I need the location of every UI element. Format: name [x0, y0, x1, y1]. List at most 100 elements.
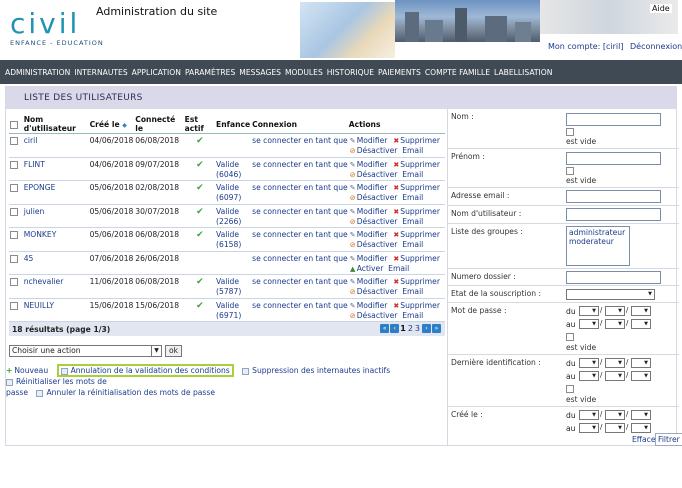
select-all-checkbox-cell[interactable]	[9, 115, 23, 134]
row-checkbox[interactable]	[10, 278, 18, 286]
date-au-part-select[interactable]: ▼	[605, 423, 625, 433]
username-link[interactable]: 45	[24, 254, 34, 263]
email-input[interactable]	[566, 190, 661, 203]
col-enfance[interactable]: Enfance	[215, 115, 252, 134]
nav-administration[interactable]: Administration	[5, 68, 70, 77]
edit-link[interactable]: Modifier	[357, 136, 388, 145]
prev-page-icon[interactable]: ‹	[390, 324, 400, 333]
toggle-active-link[interactable]: Désactiver	[357, 287, 398, 296]
row-checkbox-cell[interactable]	[9, 180, 23, 205]
nav-parametres[interactable]: Paramètres	[185, 68, 235, 77]
page-1[interactable]: 1	[400, 324, 406, 333]
login-as-link[interactable]: se connecter en tant que	[252, 160, 348, 169]
login-as-link[interactable]: se connecter en tant que	[252, 207, 348, 216]
nom-input[interactable]	[566, 113, 661, 126]
delete-link[interactable]: Supprimer	[400, 160, 440, 169]
email-link[interactable]: Email	[402, 146, 423, 155]
row-checkbox[interactable]	[10, 184, 18, 192]
date-du-part-select[interactable]: ▼	[631, 358, 651, 368]
date-du-part-select[interactable]: ▼	[631, 410, 651, 420]
new-user-link[interactable]: + Nouveau	[6, 366, 48, 375]
groups-listbox[interactable]: administrateur moderateur	[566, 226, 630, 266]
email-link[interactable]: Email	[402, 170, 423, 179]
date-au-part-select[interactable]: ▼	[631, 319, 651, 329]
username-link[interactable]: NEUILLY	[24, 301, 54, 310]
username-input[interactable]	[566, 208, 661, 221]
row-checkbox-cell[interactable]	[9, 204, 23, 228]
souscription-select[interactable]: ▼	[566, 289, 655, 300]
filter-button[interactable]: Filtrer	[655, 433, 682, 446]
help-link[interactable]: Aide	[650, 4, 672, 13]
date-du-part-select[interactable]: ▼	[579, 358, 599, 368]
date-du-part-select[interactable]: ▼	[579, 410, 599, 420]
nav-compte-famille[interactable]: Compte Famille	[425, 68, 490, 77]
row-checkbox-cell[interactable]	[9, 227, 23, 252]
date-au-part-select[interactable]: ▼	[631, 423, 651, 433]
date-du-part-select[interactable]: ▼	[605, 306, 625, 316]
row-checkbox[interactable]	[10, 254, 18, 263]
reset-passwords-link[interactable]: Réinitialiser les mots de	[6, 377, 107, 386]
delete-link[interactable]: Supprimer	[400, 277, 440, 286]
email-link[interactable]: Email	[388, 264, 409, 273]
nav-modules[interactable]: Modules	[285, 68, 323, 77]
row-checkbox[interactable]	[10, 160, 18, 169]
toggle-active-link[interactable]: Désactiver	[357, 217, 398, 226]
col-connected[interactable]: Connecté le	[134, 115, 184, 134]
nom-empty-checkbox[interactable]	[566, 128, 574, 136]
toggle-active-link[interactable]: Activer	[357, 264, 384, 273]
email-link[interactable]: Email	[402, 287, 423, 296]
bulk-action-select[interactable]: Choisir une action ▼	[9, 345, 162, 357]
first-page-icon[interactable]: «	[380, 324, 390, 333]
delete-link[interactable]: Supprimer	[400, 136, 440, 145]
ok-button[interactable]: ok	[165, 345, 183, 357]
email-link[interactable]: Email	[402, 240, 423, 249]
username-link[interactable]: MONKEY	[24, 230, 57, 239]
row-checkbox-cell[interactable]	[9, 251, 23, 275]
username-link[interactable]: FLINT	[24, 160, 45, 169]
enfance-id-link[interactable]: (6097)	[216, 193, 251, 203]
row-checkbox-cell[interactable]	[9, 157, 23, 181]
nav-internautes[interactable]: Internautes	[74, 68, 127, 77]
delete-link[interactable]: Supprimer	[400, 254, 440, 263]
enfance-id-link[interactable]: (2266)	[216, 217, 251, 227]
toggle-active-link[interactable]: Désactiver	[357, 193, 398, 202]
login-as-link[interactable]: se connecter en tant que	[252, 277, 348, 286]
col-created[interactable]: Créé le ◆	[88, 115, 135, 134]
email-link[interactable]: Email	[402, 217, 423, 226]
delete-link[interactable]: Supprimer	[400, 183, 440, 192]
date-au-part-select[interactable]: ▼	[605, 319, 625, 329]
enfance-id-link[interactable]: (6046)	[216, 170, 251, 180]
enfance-id-link[interactable]: (5787)	[216, 287, 251, 297]
prenom-input[interactable]	[566, 152, 661, 165]
delete-link[interactable]: Supprimer	[400, 301, 440, 310]
username-link[interactable]: julien	[24, 207, 45, 216]
date-au-part-select[interactable]: ▼	[579, 423, 599, 433]
toggle-active-link[interactable]: Désactiver	[357, 240, 398, 249]
login-as-link[interactable]: se connecter en tant que	[252, 230, 348, 239]
date-du-part-select[interactable]: ▼	[605, 410, 625, 420]
delete-link[interactable]: Supprimer	[400, 230, 440, 239]
edit-link[interactable]: Modifier	[357, 301, 388, 310]
cancel-reset-link[interactable]: Annuler la réinitialisation des mots de …	[36, 388, 215, 397]
toggle-active-link[interactable]: Désactiver	[357, 170, 398, 179]
email-link[interactable]: Email	[402, 311, 423, 320]
delete-link[interactable]: Supprimer	[400, 207, 440, 216]
login-as-link[interactable]: se connecter en tant que	[252, 183, 348, 192]
nav-paiements[interactable]: Paiements	[378, 68, 421, 77]
edit-link[interactable]: Modifier	[357, 160, 388, 169]
login-as-link[interactable]: se connecter en tant que	[252, 254, 348, 263]
mdp-empty-checkbox[interactable]	[566, 333, 574, 341]
edit-link[interactable]: Modifier	[357, 183, 388, 192]
toggle-active-link[interactable]: Désactiver	[357, 311, 398, 320]
enfance-id-link[interactable]: (6971)	[216, 311, 251, 321]
username-link[interactable]: EPONGE	[24, 183, 56, 192]
row-checkbox[interactable]	[10, 207, 18, 216]
page-2[interactable]: 2	[408, 324, 413, 333]
derniere-empty-checkbox[interactable]	[566, 385, 574, 393]
username-link[interactable]: ciril	[24, 136, 38, 145]
col-username[interactable]: Nom d'utilisateur	[22, 115, 89, 134]
reset-passwords-link-cont[interactable]: passe	[6, 388, 28, 397]
last-page-icon[interactable]: »	[432, 324, 441, 333]
edit-link[interactable]: Modifier	[357, 207, 388, 216]
date-au-part-select[interactable]: ▼	[579, 319, 599, 329]
